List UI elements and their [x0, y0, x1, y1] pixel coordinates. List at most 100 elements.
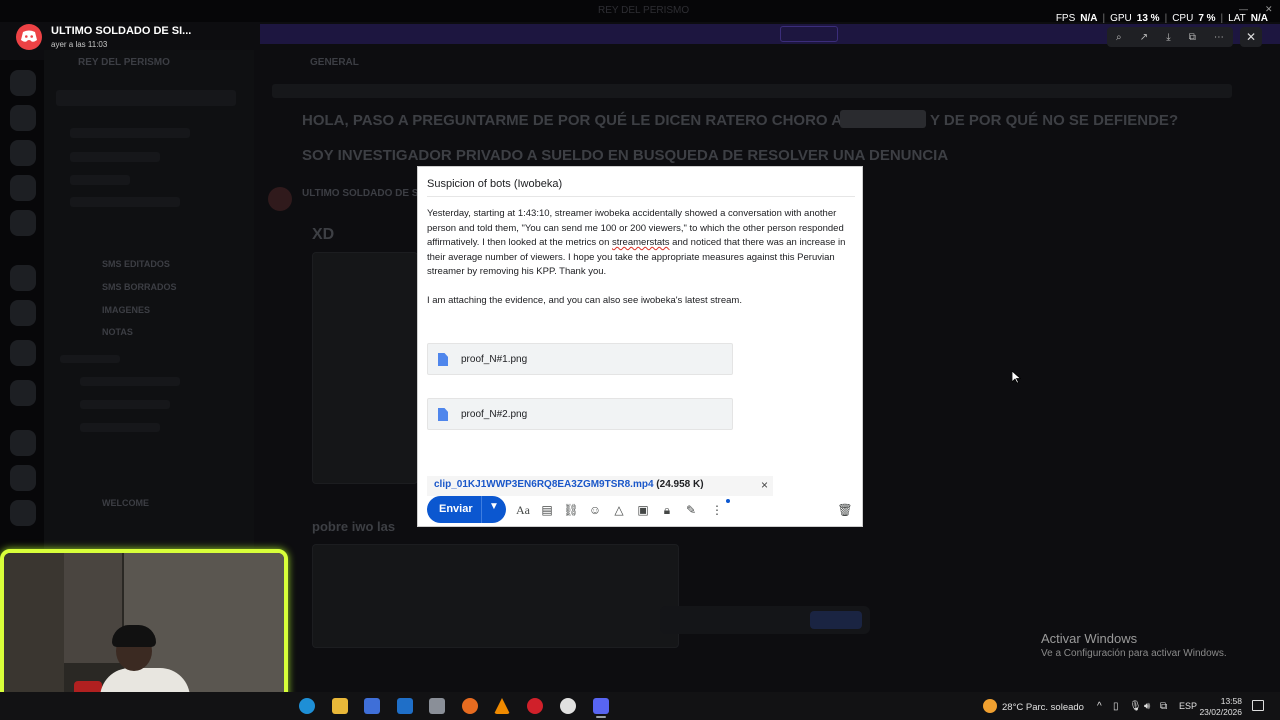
channel-placeholder	[80, 377, 180, 386]
server-icon[interactable]	[10, 465, 36, 491]
app-icon[interactable]	[429, 698, 445, 714]
meet-icon[interactable]: ▯	[1113, 701, 1119, 712]
message-author[interactable]: ULTIMO SOLDADO DE S	[302, 188, 418, 199]
strip-button[interactable]	[780, 26, 838, 42]
server-icon[interactable]	[10, 380, 36, 406]
image-viewer-toolbar: ⌕ ↗ ⤓ ⧉ ⋯	[1107, 27, 1233, 47]
drive-icon[interactable]: △	[611, 503, 627, 517]
server-icon[interactable]	[10, 265, 36, 291]
channel-welcome[interactable]: WELCOME	[102, 498, 149, 508]
event-bar[interactable]	[56, 90, 236, 106]
insert-photo-icon[interactable]: ▣	[635, 503, 651, 517]
misspelled-word[interactable]: streamerstats	[612, 237, 670, 248]
spoiler-block[interactable]	[840, 110, 926, 128]
firefox-icon[interactable]	[462, 698, 478, 714]
toast-button[interactable]	[810, 611, 862, 629]
new-messages-bar[interactable]	[272, 84, 1232, 98]
streamer-hair	[112, 625, 156, 647]
clip-filename: clip_01KJ1WWP3EN6RQ8EA3ZGM9TSR8.mp4	[434, 479, 654, 490]
channel-sms-borrados[interactable]: SMS BORRADOS	[102, 282, 177, 292]
schedule-send-dropdown-icon[interactable]: ▼	[489, 501, 499, 512]
zoom-icon[interactable]: ⌕	[1116, 32, 1122, 43]
discord-avatar	[16, 24, 42, 50]
edge-icon[interactable]	[299, 698, 315, 714]
close-icon[interactable]: ✕	[1240, 27, 1262, 47]
divider: |	[1164, 13, 1168, 24]
channel-placeholder	[80, 400, 170, 409]
file-explorer-icon[interactable]	[332, 698, 348, 714]
confidential-lock-icon[interactable]: 🔒︎	[659, 503, 675, 518]
tray-overflow-icon[interactable]: ^	[1097, 701, 1102, 712]
more-icon[interactable]: ⋯	[1214, 32, 1224, 43]
clock-time: 13:58	[1220, 696, 1242, 706]
server-icon[interactable]	[10, 105, 36, 131]
discard-trash-icon[interactable]: 🗑︎	[837, 503, 853, 517]
embed-card[interactable]	[312, 252, 418, 484]
microphone-icon[interactable]: 🎙︎	[1129, 701, 1142, 712]
attachment-chip[interactable]: proof_N#2.png	[427, 398, 733, 430]
divider	[427, 196, 855, 197]
subject-field[interactable]: Suspicion of bots (Iwobeka)	[427, 178, 562, 190]
network-icon[interactable]: ⧉	[1160, 701, 1167, 712]
more-options-icon[interactable]: ⋮	[709, 503, 725, 517]
language-indicator[interactable]: ESP	[1179, 701, 1197, 711]
lat-value: N/A	[1250, 13, 1268, 24]
opera-icon[interactable]	[527, 698, 543, 714]
server-icon[interactable]	[10, 175, 36, 201]
channel-notas[interactable]: NOTAS	[102, 327, 133, 337]
clip-attachment-name[interactable]: clip_01KJ1WWP3EN6RQ8EA3ZGM9TSR8.mp4 (24.…	[434, 479, 704, 490]
server-icon[interactable]	[10, 70, 36, 96]
download-icon[interactable]: ⤓	[1166, 32, 1170, 43]
system-clock[interactable]: 13:58 23/02/2026	[1196, 696, 1242, 718]
emoji-icon[interactable]: ☺	[587, 503, 603, 517]
notification-title[interactable]: ULTIMO SOLDADO DE SI...	[51, 25, 191, 37]
weather-icon[interactable]	[983, 699, 997, 713]
channel-placeholder	[70, 128, 190, 138]
category-placeholder	[60, 355, 120, 363]
server-name[interactable]: REY DEL PERISMO	[78, 57, 170, 68]
remove-attachment-icon[interactable]: ×	[761, 478, 768, 492]
obs-icon[interactable]	[560, 698, 576, 714]
volume-icon[interactable]: 🔊︎	[1144, 701, 1150, 712]
server-icon[interactable]	[10, 140, 36, 166]
channel-sms-editados[interactable]: SMS EDITADOS	[102, 259, 170, 269]
formatting-icon[interactable]: Aa	[515, 503, 531, 518]
clip-attachment[interactable]: clip_01KJ1WWP3EN6RQ8EA3ZGM9TSR8.mp4 (24.…	[427, 476, 773, 496]
channel-placeholder	[70, 152, 160, 162]
discord-icon[interactable]	[593, 698, 609, 714]
forward-icon[interactable]: ↗	[1140, 32, 1148, 43]
server-icon[interactable]	[10, 430, 36, 456]
screen: REY DEL PERISMO — ✕ REY DEL PERISMO SMS …	[0, 0, 1280, 720]
fps-value: N/A	[1080, 13, 1098, 24]
cpu-label: CPU	[1172, 13, 1194, 24]
divider: |	[1220, 13, 1224, 24]
embed-card[interactable]	[312, 544, 679, 648]
channel-placeholder	[80, 423, 160, 432]
clip-size: (24.958 K)	[656, 479, 704, 490]
email-body[interactable]: Yesterday, starting at 1:43:10, streamer…	[427, 207, 855, 323]
notification-center-icon[interactable]	[1252, 700, 1264, 711]
toast-notification	[660, 606, 870, 634]
avatar[interactable]	[268, 187, 292, 211]
notification-dot	[726, 499, 730, 503]
server-icon[interactable]	[10, 210, 36, 236]
body-paragraph: Yesterday, starting at 1:43:10, streamer…	[427, 207, 855, 280]
store-icon[interactable]	[364, 698, 380, 714]
message-heading-1-end: Y DE POR QUÉ NO SE DEFIENDE?	[930, 112, 1179, 129]
insert-link-icon[interactable]: ⛓	[563, 503, 579, 517]
outlook-icon[interactable]	[397, 698, 413, 714]
active-app-indicator	[596, 716, 606, 718]
server-icon[interactable]	[10, 340, 36, 366]
signature-pen-icon[interactable]: ✎	[683, 503, 699, 517]
open-external-icon[interactable]: ⧉	[1189, 32, 1196, 43]
attachment-chip[interactable]: proof_N#1.png	[427, 343, 733, 375]
server-icon[interactable]	[10, 500, 36, 526]
weather-text[interactable]: 28°C Parc. soleado	[1002, 702, 1084, 713]
server-icon[interactable]	[10, 300, 36, 326]
channel-imagenes[interactable]: IMAGENES	[102, 305, 150, 315]
attachment-name: proof_N#1.png	[461, 354, 528, 365]
cpu-value: 7 %	[1198, 13, 1216, 24]
attach-file-icon[interactable]: ▤	[539, 503, 555, 517]
send-button[interactable]: Enviar ▼	[427, 496, 506, 523]
window-title: REY DEL PERISMO	[598, 5, 690, 16]
